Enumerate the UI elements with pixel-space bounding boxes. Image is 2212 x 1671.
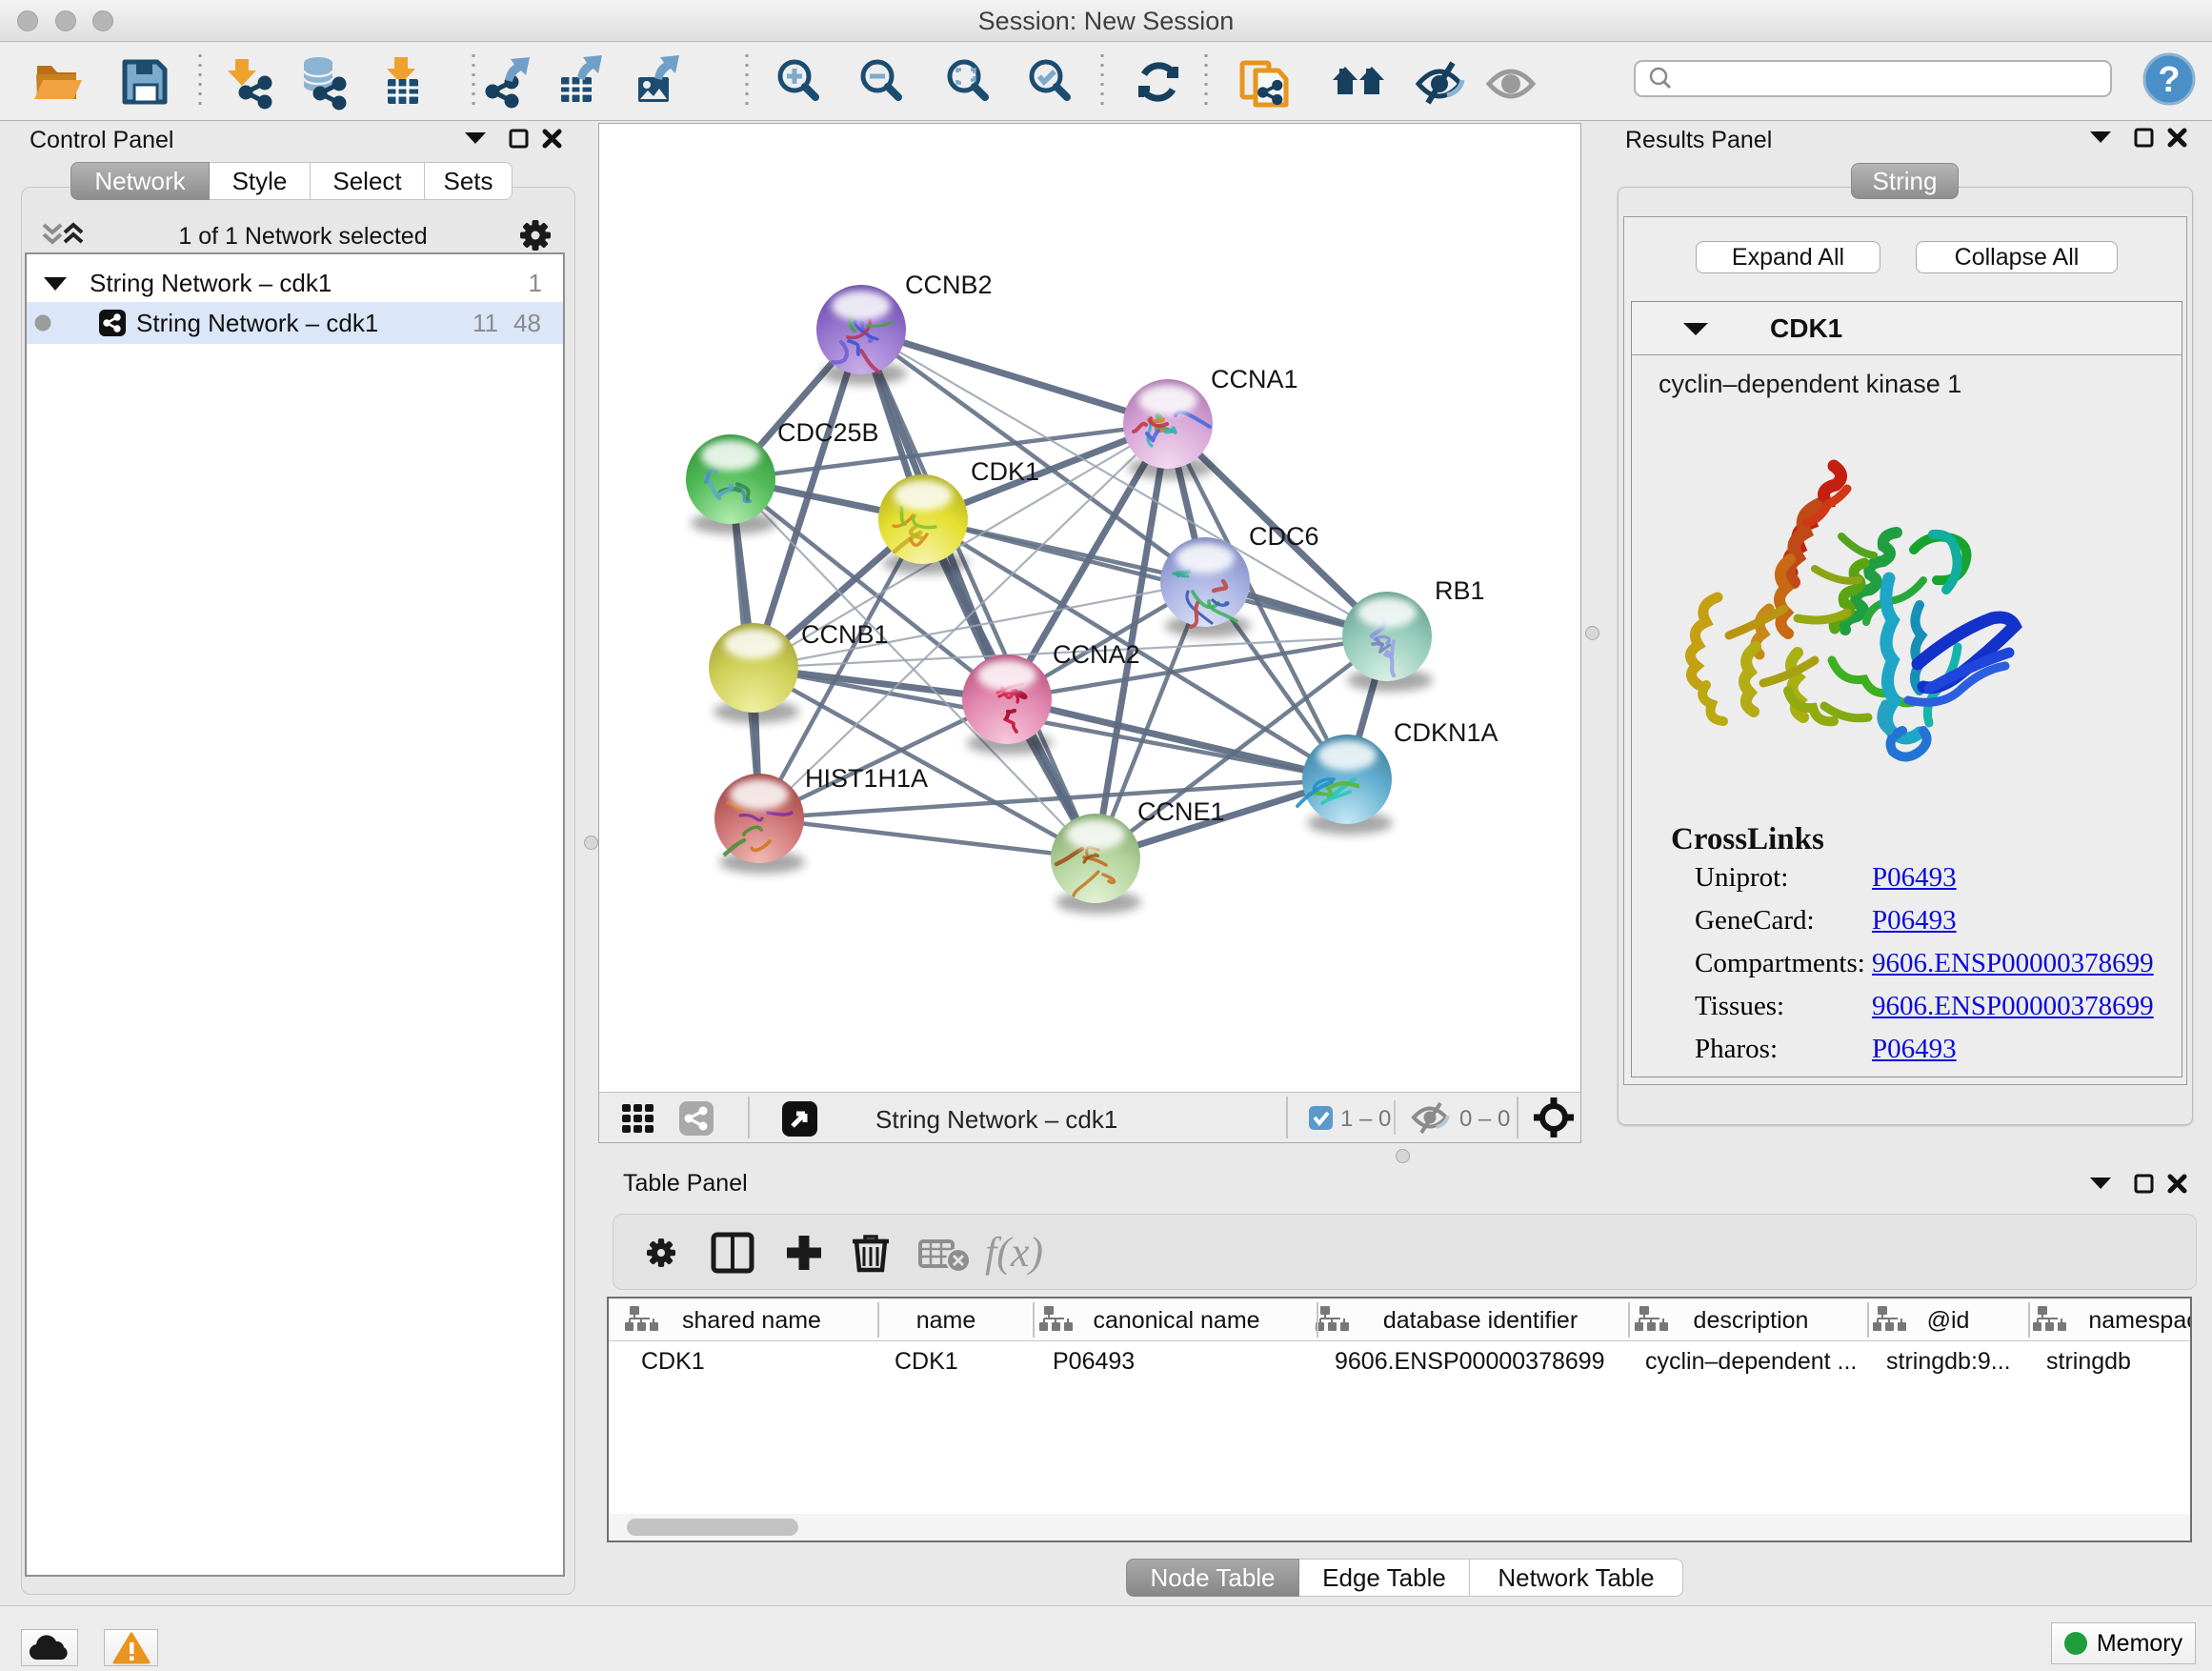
- svg-text:CDC25B: CDC25B: [777, 418, 879, 447]
- svg-text:CCNB2: CCNB2: [905, 271, 993, 299]
- svg-text:CCNB1: CCNB1: [801, 620, 889, 649]
- svg-text:CDK1: CDK1: [971, 457, 1039, 486]
- svg-text:0 – 0: 0 – 0: [1459, 1106, 1510, 1132]
- svg-text:CCNA1: CCNA1: [1211, 365, 1298, 393]
- svg-text:@id: @id: [1927, 1307, 1970, 1334]
- svg-text:String Network – cdk1: String Network – cdk1: [875, 1105, 1117, 1134]
- svg-text:shared name: shared name: [682, 1307, 821, 1334]
- svg-text:name: name: [916, 1307, 976, 1334]
- svg-text:CDC6: CDC6: [1249, 522, 1319, 551]
- svg-text:CDKN1A: CDKN1A: [1394, 718, 1498, 747]
- svg-text:f(x): f(x): [985, 1229, 1043, 1276]
- svg-text:1 – 0: 1 – 0: [1340, 1106, 1391, 1132]
- svg-text:HIST1H1A: HIST1H1A: [805, 764, 928, 793]
- svg-text:description: description: [1694, 1307, 1809, 1334]
- svg-text:CCNE1: CCNE1: [1137, 797, 1225, 826]
- svg-text:CCNA2: CCNA2: [1053, 640, 1140, 669]
- svg-text:database identifier: database identifier: [1383, 1307, 1578, 1334]
- svg-text:namespace: namespace: [2088, 1307, 2190, 1334]
- svg-text:RB1: RB1: [1435, 576, 1485, 605]
- svg-text:1 of 1 Network selected: 1 of 1 Network selected: [178, 223, 427, 250]
- svg-text:?: ?: [2158, 60, 2180, 100]
- svg-text:canonical name: canonical name: [1093, 1307, 1259, 1334]
